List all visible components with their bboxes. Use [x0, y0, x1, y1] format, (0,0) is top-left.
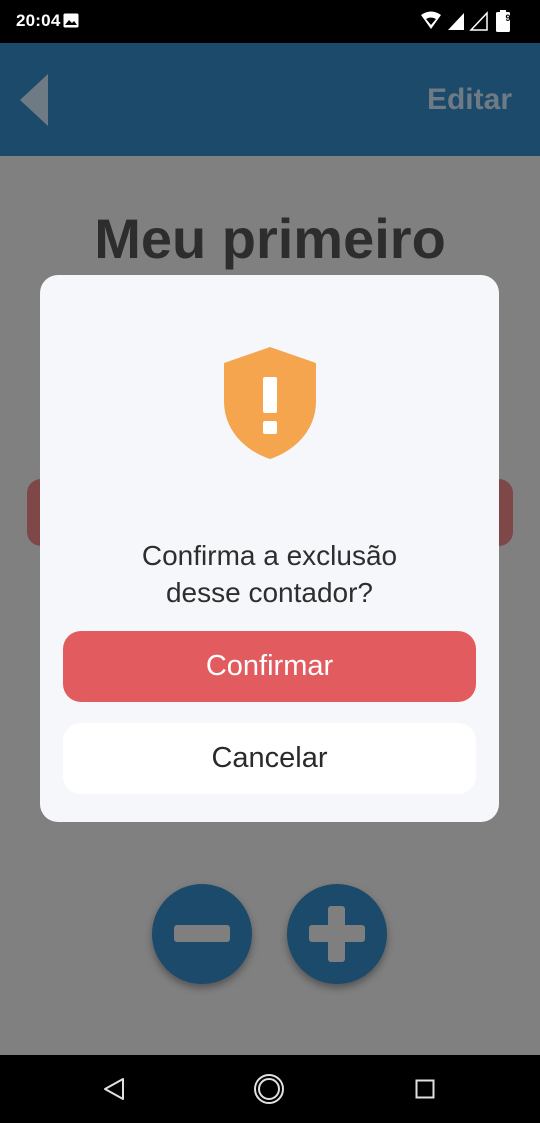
navigation-bar: [0, 1055, 540, 1123]
dialog-message: Confirma a exclusão desse contador?: [40, 537, 499, 611]
increment-button[interactable]: [287, 884, 387, 984]
shield-warning-icon: [224, 347, 316, 459]
cancel-button[interactable]: Cancelar: [63, 723, 476, 794]
confirm-delete-dialog: Confirma a exclusão desse contador? Conf…: [40, 275, 499, 822]
nav-back-icon[interactable]: [103, 1077, 125, 1101]
confirm-button[interactable]: Confirmar: [63, 631, 476, 702]
battery-level: 91: [505, 13, 515, 23]
edit-button[interactable]: Editar: [427, 83, 512, 117]
photo-icon: [63, 13, 79, 28]
nav-recents-icon[interactable]: [415, 1079, 435, 1099]
minus-icon: [174, 925, 230, 942]
dialog-message-line2: desse contador?: [165, 577, 374, 608]
status-time: 20:04: [16, 11, 61, 30]
status-bar: 20:04 91: [0, 0, 540, 43]
signal-icon: [448, 13, 464, 30]
nav-home-icon[interactable]: [253, 1073, 285, 1105]
dialog-message-line1: Confirma a exclusão: [141, 540, 398, 571]
counter-title: Meu primeiro: [94, 207, 446, 270]
signal-empty-icon: [469, 11, 488, 31]
back-arrow-icon[interactable]: [20, 74, 50, 126]
app-header: Editar: [0, 43, 540, 156]
decrement-button[interactable]: [152, 884, 252, 984]
wifi-icon: [421, 11, 441, 29]
